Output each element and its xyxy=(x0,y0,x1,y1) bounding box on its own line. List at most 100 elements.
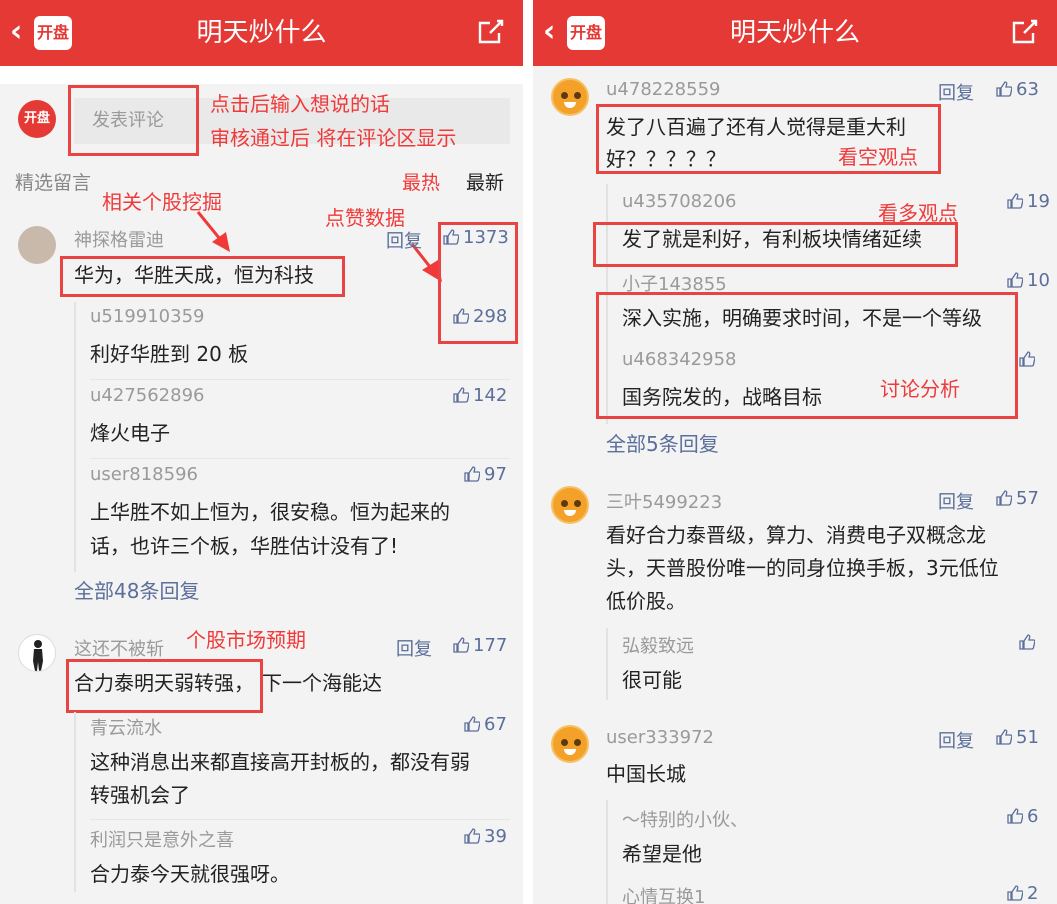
like-button[interactable]: 19 xyxy=(1007,191,1050,212)
comment-username[interactable]: user333972 xyxy=(606,727,714,748)
reply-username[interactable]: user818596 xyxy=(90,464,198,485)
reply-text: 希望是他 xyxy=(622,842,702,866)
like-count: 63 xyxy=(1016,79,1039,100)
like-count: 57 xyxy=(1016,488,1039,509)
thumb-up-icon xyxy=(453,637,470,653)
annotation-box-input xyxy=(68,85,199,156)
left-screen: ‹ 开盘 明天炒什么 开盘 发表评论 点击后输入想说的话 审核通过后 将在评论区… xyxy=(0,0,523,904)
annotation-box-bullish xyxy=(593,222,958,267)
view-all-replies-link[interactable]: 全部48条回复 xyxy=(74,575,199,604)
like-count: 10 xyxy=(1027,270,1050,291)
annotation-arrow-stock xyxy=(196,211,230,252)
comment-text: 看好合力泰晋级，算力、消费电子双概念龙 xyxy=(606,523,986,547)
thumb-up-icon xyxy=(453,308,470,324)
thumb-up-icon xyxy=(464,828,481,844)
like-count: 19 xyxy=(1027,191,1050,212)
annotation-box-discussion xyxy=(596,292,1018,419)
reply-username[interactable]: 青云流水 xyxy=(90,714,162,740)
app-header: ‹ 开盘 明天炒什么 xyxy=(0,0,523,66)
like-button[interactable]: 6 xyxy=(1007,806,1038,827)
comment-username[interactable]: 这还不被斩 xyxy=(74,635,164,661)
reply-username[interactable]: 弘毅致远 xyxy=(622,632,694,658)
like-count: 67 xyxy=(484,714,507,735)
thumb-up-icon[interactable] xyxy=(1019,634,1035,650)
like-button[interactable]: 10 xyxy=(1007,270,1050,291)
reply-username[interactable]: 心情互换1 xyxy=(622,883,705,904)
annotation-box-expectation xyxy=(66,659,263,713)
like-count: 6 xyxy=(1027,806,1039,827)
like-count: 177 xyxy=(473,635,508,656)
like-button[interactable]: 67 xyxy=(464,714,507,735)
sort-hot-tab[interactable]: 最热 xyxy=(402,168,440,195)
like-button[interactable]: 39 xyxy=(464,826,507,847)
sort-new-tab[interactable]: 最新 xyxy=(466,168,504,195)
comment-username[interactable]: u478228559 xyxy=(606,79,720,100)
annotation-expectation: 个股市场预期 xyxy=(186,628,306,652)
annotation-input-hint-1: 点击后输入想说的话 xyxy=(210,92,390,116)
comment-username[interactable]: 三叶5499223 xyxy=(606,488,722,514)
reply-username[interactable]: u519910359 xyxy=(90,306,204,327)
thumb-up-icon xyxy=(1007,193,1024,209)
like-button[interactable]: 298 xyxy=(453,306,507,327)
thumb-up-icon xyxy=(464,716,481,732)
reply-text: 这种消息出来都直接高开封板的，都没有弱 xyxy=(90,750,470,774)
thumb-up-icon xyxy=(996,81,1013,97)
like-count: 97 xyxy=(484,464,507,485)
comment-text: 中国长城 xyxy=(606,762,686,786)
reply-button[interactable]: 回复 xyxy=(938,727,974,753)
thumb-up-icon xyxy=(1007,885,1024,901)
header-spacer xyxy=(0,66,523,84)
reply-username[interactable]: 利润只是意外之喜 xyxy=(90,826,234,852)
reply-username[interactable]: ～特别的小伙、 xyxy=(622,806,748,832)
reply-button[interactable]: 回复 xyxy=(938,488,974,514)
app-header: ‹ 开盘 明天炒什么 xyxy=(533,0,1057,66)
comment-username[interactable]: 神探格雷迪 xyxy=(74,226,164,252)
thumb-up-icon xyxy=(453,387,470,403)
like-button[interactable]: 63 xyxy=(996,79,1039,100)
annotation-bearish: 看空观点 xyxy=(838,145,918,169)
comment-text: 低价股。 xyxy=(606,589,686,613)
avatar[interactable] xyxy=(18,634,56,672)
reply-text: 转强机会了 xyxy=(90,783,190,807)
reply-text: 话，也许三个板，华胜估计没有了! xyxy=(90,534,399,558)
like-count: 142 xyxy=(473,385,508,406)
avatar[interactable] xyxy=(551,486,589,524)
avatar[interactable] xyxy=(18,226,56,264)
reply-username[interactable]: u427562896 xyxy=(90,385,204,406)
comment-text-part2: 下一个海能达 xyxy=(262,671,382,695)
reply-text: 利好华胜到 20 板 xyxy=(90,342,249,366)
thumb-up-icon[interactable] xyxy=(1019,351,1035,367)
like-button[interactable]: 97 xyxy=(464,464,507,485)
reply-button[interactable]: 回复 xyxy=(396,635,432,661)
thumb-up-icon xyxy=(1007,272,1024,288)
annotation-input-hint-2: 审核通过后 将在评论区显示 xyxy=(210,126,457,150)
reply-text: 合力泰今天就很强呀。 xyxy=(90,862,290,886)
thumb-up-icon xyxy=(464,466,481,482)
reply-button[interactable]: 回复 xyxy=(938,79,974,105)
like-count: 2 xyxy=(1027,883,1039,904)
like-button[interactable]: 177 xyxy=(453,635,507,656)
comment-text: 头，天普股份唯一的同身位换手板，3元低位 xyxy=(606,556,999,580)
like-button[interactable]: 57 xyxy=(996,488,1039,509)
reply-text: 烽火电子 xyxy=(90,421,170,445)
reply-button[interactable]: 回复 xyxy=(386,227,422,253)
thumb-up-icon xyxy=(996,490,1013,506)
page-title: 明天炒什么 xyxy=(729,18,860,48)
divider xyxy=(90,458,510,459)
reply-text: 上华胜不如上恒为，很安稳。恒为起来的 xyxy=(90,500,450,524)
avatar[interactable] xyxy=(551,725,589,763)
section-label: 精选留言 xyxy=(15,172,92,194)
like-button[interactable]: 51 xyxy=(996,727,1039,748)
avatar[interactable] xyxy=(551,78,589,116)
share-icon[interactable] xyxy=(1009,17,1039,47)
like-count: 298 xyxy=(473,306,508,327)
divider xyxy=(90,819,510,820)
reply-username[interactable]: u435708206 xyxy=(622,191,736,212)
view-all-replies-link[interactable]: 全部5条回复 xyxy=(606,428,719,457)
like-button[interactable]: 142 xyxy=(453,385,507,406)
thumb-up-icon xyxy=(996,729,1013,745)
share-icon[interactable] xyxy=(475,17,505,47)
reply-thread-line xyxy=(606,800,608,904)
right-screen: ‹ 开盘 明天炒什么 u478228559 回复 63 发了八百遍了还有人觉得是… xyxy=(533,0,1057,904)
like-button[interactable]: 2 xyxy=(1007,883,1038,904)
